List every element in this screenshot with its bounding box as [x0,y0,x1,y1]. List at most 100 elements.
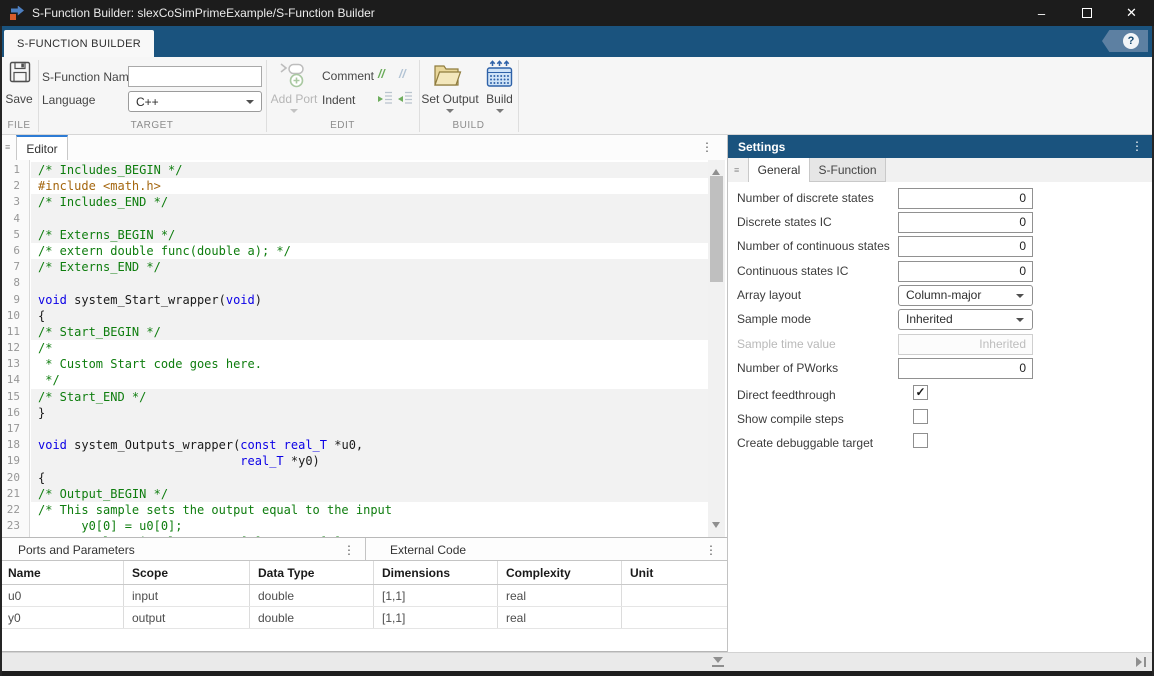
indent-right-icon[interactable] [377,91,393,112]
build-dropdown-caret[interactable] [496,109,504,117]
table-cell[interactable]: y0 [0,607,124,628]
sample-mode-select[interactable]: Inherited [898,309,1033,330]
show-compile-steps-checkbox[interactable] [913,409,928,424]
scroll-up-icon[interactable] [712,165,720,175]
column-header: Complexity [498,561,622,584]
line-number: 5 [0,227,29,243]
comment-icon[interactable]: // [378,67,385,81]
set-output-dropdown-caret[interactable] [446,109,454,117]
maximize-button[interactable] [1064,0,1109,26]
line-number: 16 [0,405,29,421]
code-line[interactable]: real_T *y0) [31,453,708,469]
number-of-pworks-input[interactable]: 0 [898,358,1033,379]
code-line[interactable]: /* Includes_BEGIN */ [31,162,708,178]
line-number: 18 [0,437,29,453]
discrete-states-ic-input[interactable]: 0 [898,212,1033,233]
panel-grip-icon[interactable]: ≡ [5,142,10,152]
scroll-down-icon[interactable] [712,522,720,532]
minimize-button[interactable]: – [1019,0,1064,26]
table-cell[interactable]: output [124,607,250,628]
code-line[interactable]: */ [31,372,708,388]
table-cell[interactable]: [1,1] [374,585,498,606]
panel-grip-icon[interactable]: ≡ [734,165,739,175]
code-line[interactable]: void system_Start_wrapper(void) [31,292,708,308]
section-label-edit: EDIT [266,120,419,131]
column-header: Dimensions [374,561,498,584]
help-icon: ? [1123,33,1139,49]
code-line[interactable] [31,421,708,437]
table-cell[interactable]: real [498,607,622,628]
code-line[interactable]: void system_Outputs_wrapper(const real_T… [31,437,708,453]
column-header: Name [0,561,124,584]
line-number: 7 [0,259,29,275]
create-debuggable-target-label: Create debuggable target [737,433,873,454]
table-cell[interactable]: [1,1] [374,607,498,628]
number-of-discrete-states-input[interactable]: 0 [898,188,1033,209]
code-line[interactable]: { [31,308,708,324]
table-cell[interactable]: real [498,585,622,606]
code-line[interactable]: /* This sample sets the output equal to … [31,502,708,518]
s-function-name-input[interactable] [128,66,262,87]
continuous-states-ic-label: Continuous states IC [737,261,848,282]
expand-right-panel-icon[interactable] [1136,657,1147,667]
indent-left-icon[interactable] [397,91,413,112]
tab-s-function-builder[interactable]: S-FUNCTION BUILDER [4,30,154,57]
table-row[interactable]: u0inputdouble[1,1]real [0,585,727,607]
tab-general[interactable]: General [748,158,810,182]
close-button[interactable]: ✕ [1109,0,1154,26]
scrollbar-thumb[interactable] [710,176,723,282]
code-line[interactable]: { [31,470,708,486]
table-cell[interactable]: input [124,585,250,606]
table-cell[interactable]: u0 [0,585,124,606]
titlebar: S-Function Builder: slexCoSimPrimeExampl… [0,0,1154,26]
set-output-button[interactable]: Set Output [419,92,481,106]
window-bottom-edge [0,671,1154,676]
create-debuggable-target-checkbox[interactable] [913,433,928,448]
code-line[interactable]: /* extern double func(double a); */ [31,243,708,259]
code-line[interactable] [31,275,708,291]
code-editor[interactable]: 1234567891011121314151617181920212223 /*… [0,160,727,537]
table-cell[interactable] [622,585,727,606]
table-cell[interactable]: double [250,607,374,628]
settings-menu-icon[interactable]: ⋮ [1131,140,1143,152]
app-icon [9,6,24,21]
tab-s-function[interactable]: S-Function [810,158,886,182]
bottom-bar [0,652,1154,671]
code-line[interactable]: /* Includes_END */ [31,194,708,210]
editor-panel: ≡ Editor ⋮ 12345678910111213141516171819… [0,135,727,652]
code-line[interactable]: } [31,405,708,421]
code-line[interactable]: * Custom Start code goes here. [31,356,708,372]
code-line[interactable]: /* [31,340,708,356]
external-code-menu-icon[interactable]: ⋮ [705,544,717,556]
code-line[interactable] [31,211,708,227]
table-cell[interactable]: double [250,585,374,606]
tab-editor[interactable]: Editor [16,135,68,160]
editor-menu-icon[interactable]: ⋮ [701,141,713,153]
code-line[interactable]: /* Output_BEGIN */ [31,486,708,502]
code-line[interactable]: /* Externs_BEGIN */ [31,227,708,243]
array-layout-select[interactable]: Column-major [898,285,1033,306]
collapse-bottom-panel-icon[interactable] [712,657,724,668]
save-icon [9,61,31,84]
code-line[interactable]: /* Externs_END */ [31,259,708,275]
line-number: 17 [0,421,29,437]
table-row[interactable]: y0outputdouble[1,1]real [0,607,727,629]
help-button[interactable]: ? [1102,30,1148,52]
language-select[interactable]: C++ [128,91,262,112]
code-line[interactable]: /* Start_END */ [31,389,708,405]
code-line[interactable]: /* Start_BEGIN */ [31,324,708,340]
code-line[interactable]: #include <math.h> [31,178,708,194]
tab-external-code[interactable]: External Code [390,538,466,561]
settings-row: Number of continuous states0 [728,236,1153,257]
ports-menu-icon[interactable]: ⋮ [343,544,355,556]
continuous-states-ic-input[interactable]: 0 [898,261,1033,282]
save-button[interactable]: Save [0,92,38,106]
direct-feedthrough-checkbox[interactable]: ✓ [913,385,928,400]
table-cell[interactable] [622,607,727,628]
tab-ports-and-parameters[interactable]: Ports and Parameters [18,538,135,561]
build-button[interactable]: Build [478,92,521,106]
code-line[interactable]: y0[0] = u0[0]; [31,518,708,534]
line-number: 14 [0,372,29,388]
settings-row: Sample time valueInherited [728,334,1153,355]
number-of-continuous-states-input[interactable]: 0 [898,236,1033,257]
